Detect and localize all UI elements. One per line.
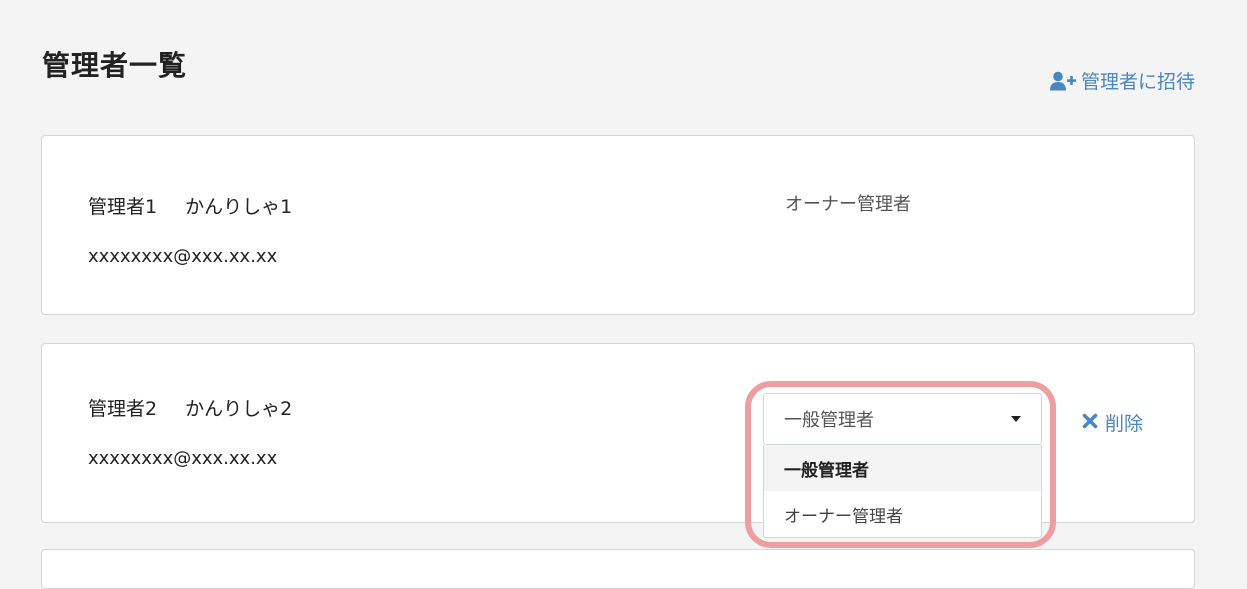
role-option-owner[interactable]: オーナー管理者: [764, 491, 1041, 537]
admin-name-line: 管理者2 かんりしゃ2: [88, 394, 292, 421]
role-option-general[interactable]: 一般管理者: [764, 445, 1041, 491]
delete-button[interactable]: 削除: [1082, 409, 1143, 436]
admin-kana: かんりしゃ1: [185, 196, 293, 218]
admin-email: xxxxxxxx@xxx.xx.xx: [88, 246, 278, 267]
admin-role: オーナー管理者: [785, 194, 911, 215]
role-options-list: 一般管理者 オーナー管理者: [763, 445, 1042, 538]
page-title: 管理者一覧: [42, 49, 188, 82]
invite-admin-link[interactable]: 管理者に招待: [1049, 67, 1195, 94]
admin-email: xxxxxxxx@xxx.xx.xx: [88, 448, 278, 469]
admin-name: 管理者1: [88, 196, 158, 218]
admin-card: 管理者1 かんりしゃ1 xxxxxxxx@xxx.xx.xx オーナー管理者: [41, 135, 1195, 315]
x-icon: [1082, 412, 1098, 434]
admin-name: 管理者2: [88, 398, 158, 420]
delete-label: 削除: [1105, 413, 1144, 435]
role-select[interactable]: 一般管理者: [763, 393, 1042, 445]
admin-card: 管理者2 かんりしゃ2 xxxxxxxx@xxx.xx.xx 一般管理者 一般管理…: [41, 343, 1195, 538]
admin-card: [41, 549, 1195, 589]
admin-name-line: 管理者1 かんりしゃ1: [88, 192, 292, 219]
role-dropdown: 一般管理者 一般管理者 オーナー管理者: [763, 393, 1042, 538]
admin-kana: かんりしゃ2: [185, 398, 293, 420]
invite-admin-label: 管理者に招待: [1080, 71, 1195, 93]
role-select-value: 一般管理者: [784, 410, 874, 431]
user-plus-icon: [1049, 71, 1077, 91]
caret-down-icon: [1011, 416, 1021, 422]
